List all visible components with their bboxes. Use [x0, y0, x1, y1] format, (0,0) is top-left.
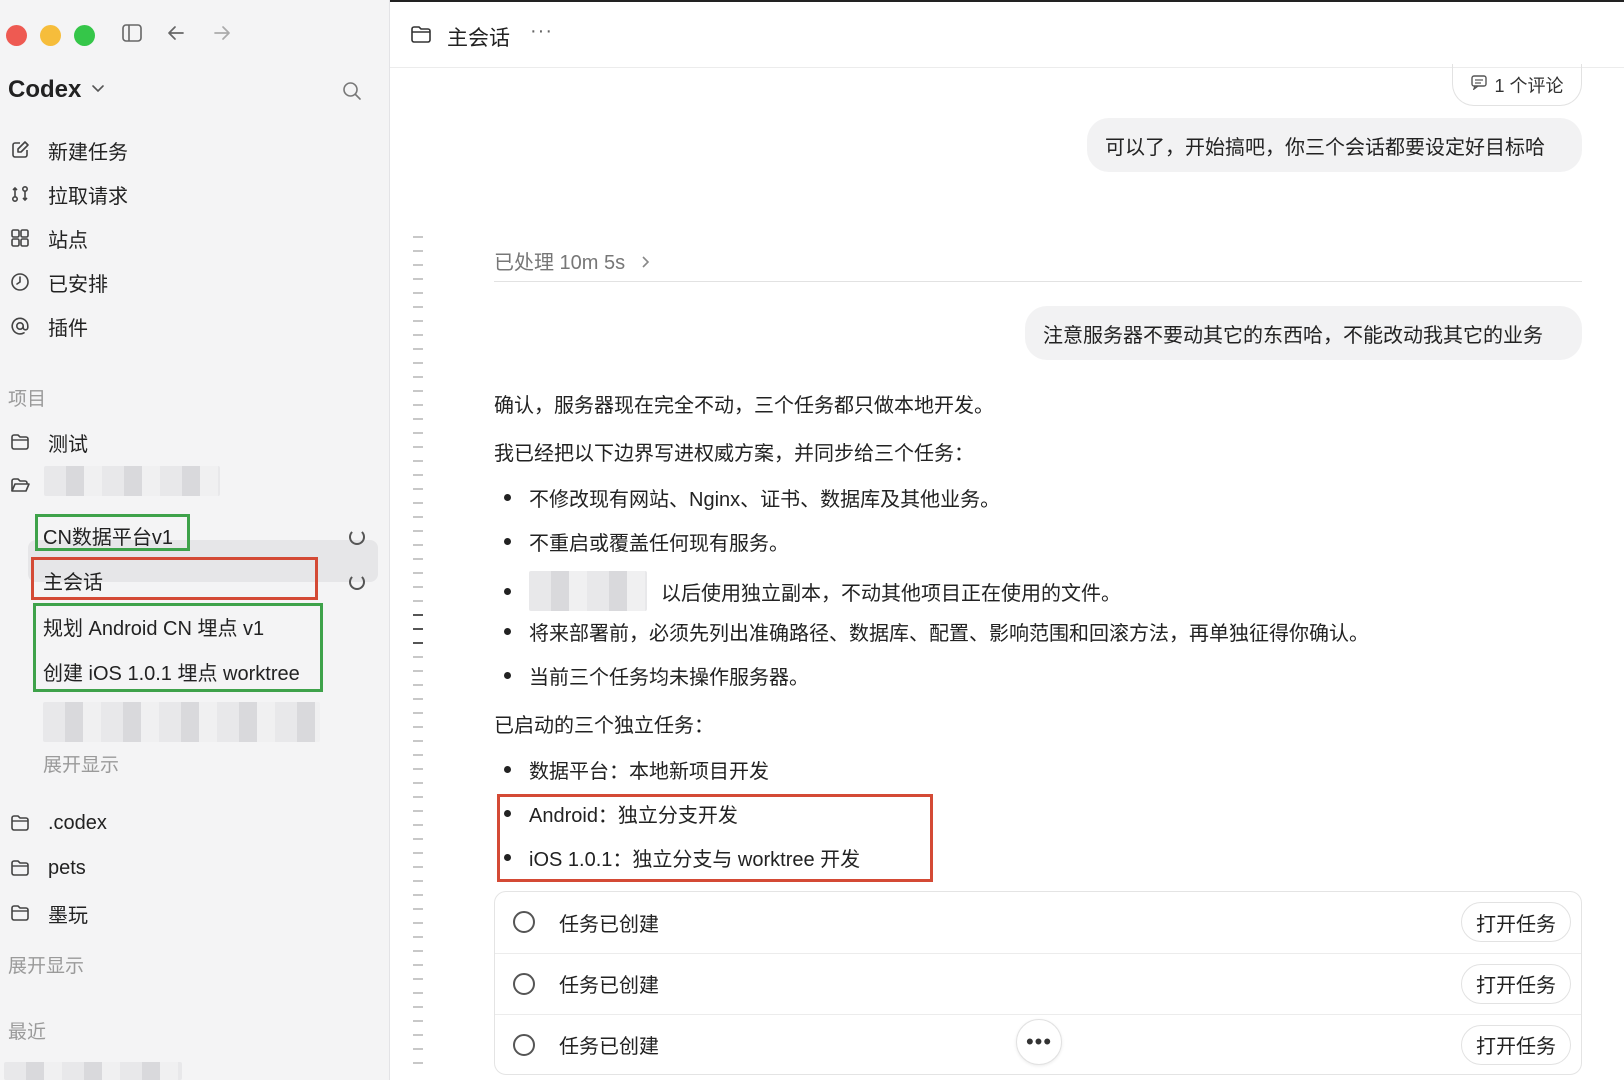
nav-label: 插件	[48, 317, 88, 340]
list-item: 以后使用独立副本，不动其他项目正在使用的文件。	[504, 571, 1121, 611]
comments-button[interactable]: 1 个评论	[1452, 64, 1582, 106]
user-message-text: 可以了，开始搞吧，你三个会话都要设定好目标哈	[1105, 136, 1545, 159]
search-icon[interactable]	[342, 81, 362, 106]
task-row-label: 任务已创建	[559, 975, 659, 997]
user-message-bubble: 可以了，开始搞吧，你三个会话都要设定好目标哈	[1087, 118, 1582, 172]
close-window-button[interactable]	[6, 25, 27, 46]
zoom-window-button[interactable]	[74, 25, 95, 46]
nav-new-task[interactable]: 新建任务	[8, 134, 128, 166]
pull-request-icon	[8, 184, 32, 204]
list-item: 数据平台：本地新项目开发	[504, 755, 769, 784]
folder-icon	[8, 433, 32, 451]
project-item-redacted[interactable]	[8, 470, 48, 502]
nav-label: 已安排	[48, 273, 108, 296]
nav-label: 拉取请求	[48, 185, 128, 208]
folder-label: pets	[48, 856, 86, 879]
project-label: 测试	[48, 433, 88, 456]
forward-arrow-icon[interactable]	[211, 22, 233, 50]
folder-item-mowan[interactable]: 墨玩	[8, 897, 88, 929]
loading-spinner-icon	[349, 529, 365, 545]
nav-scheduled[interactable]: 已安排	[8, 266, 108, 298]
chevron-down-icon[interactable]	[90, 80, 106, 101]
edit-icon	[8, 140, 32, 160]
folder-icon	[8, 859, 32, 877]
user-message-text: 注意服务器不要动其它的东西哈，不能改动我其它的业务	[1043, 324, 1543, 347]
grid-icon	[8, 228, 32, 248]
project-item[interactable]: 测试	[8, 426, 88, 458]
sidebar: Codex 新建任务 拉取请求 站点 已安排 插件 项目 测试 CN数据平台v1	[0, 0, 390, 1080]
user-message-bubble: 注意服务器不要动其它的东西哈，不能改动我其它的业务	[1025, 306, 1582, 360]
redacted-project-name	[44, 466, 220, 496]
task-row-label: 任务已创建	[559, 1036, 659, 1058]
list-item-text: 当前三个任务均未操作服务器。	[529, 667, 809, 689]
conversation-title: 主会话	[447, 27, 510, 50]
folder-item-pets[interactable]: pets	[8, 852, 86, 884]
list-item-text: 不修改现有网站、Nginx、证书、数据库及其他业务。	[529, 489, 1001, 511]
task-row: 任务已创建 打开任务	[495, 892, 1581, 952]
back-arrow-icon[interactable]	[165, 22, 187, 50]
task-row: 任务已创建 打开任务	[495, 953, 1581, 1013]
annotation-box-green	[33, 603, 323, 692]
nav-label: 新建任务	[48, 141, 128, 164]
comment-count: 1 个评论	[1494, 75, 1564, 96]
folder-icon	[8, 904, 32, 922]
nav-label: 站点	[48, 229, 88, 252]
assistant-paragraph: 我已经把以下边界写进权威方案，并同步给三个任务：	[494, 443, 974, 465]
task-status-icon	[513, 911, 535, 933]
timeline-scrubber[interactable]	[413, 236, 423, 1076]
list-item-text: 以后使用独立副本，不动其他项目正在使用的文件。	[661, 582, 1121, 605]
redacted-task-name	[43, 702, 320, 742]
processed-label: 已处理 10m 5s	[494, 252, 626, 274]
list-item-text: 将来部署前，必须先列出准确路径、数据库、配置、影响范围和回滚方法，再单独征得你确…	[529, 623, 1369, 645]
divider	[494, 281, 1582, 282]
loading-spinner-icon	[349, 574, 365, 590]
folder-icon	[8, 814, 32, 832]
annotation-box-red	[31, 557, 318, 600]
folder-open-icon	[8, 477, 32, 495]
list-item: 将来部署前，必须先列出准确路径、数据库、配置、影响范围和回滚方法，再单独征得你确…	[504, 617, 1369, 646]
expand-more-link[interactable]: 展开显示	[8, 951, 84, 978]
folder-label: .codex	[48, 811, 107, 834]
task-row-label: 任务已创建	[559, 913, 659, 936]
open-task-button[interactable]: 打开任务	[1461, 963, 1571, 1004]
processed-duration-toggle[interactable]: 已处理 10m 5s	[494, 246, 651, 275]
recent-section-label: 最近	[8, 1022, 47, 1043]
nav-sites[interactable]: 站点	[8, 222, 88, 254]
nav-plugins[interactable]: 插件	[8, 310, 88, 342]
projects-section-label: 项目	[8, 389, 47, 410]
floating-more-button[interactable]: •••	[1016, 1019, 1062, 1065]
assistant-paragraph: 已启动的三个独立任务：	[494, 715, 714, 737]
open-task-button[interactable]: 打开任务	[1461, 1024, 1571, 1065]
clock-icon	[8, 272, 32, 292]
annotation-box-green	[35, 514, 190, 551]
list-item: 不修改现有网站、Nginx、证书、数据库及其他业务。	[504, 483, 1000, 512]
list-item: 当前三个任务均未操作服务器。	[504, 661, 809, 690]
expand-more-link[interactable]: 展开显示	[43, 750, 119, 777]
task-status-icon	[513, 1033, 535, 1056]
main-header	[390, 2, 1624, 68]
annotation-box-red	[497, 794, 933, 882]
list-item-text: 不重启或覆盖任何现有服务。	[529, 533, 789, 555]
app-title[interactable]: Codex	[8, 76, 81, 104]
redacted-recent-item	[4, 1062, 182, 1080]
minimize-window-button[interactable]	[40, 25, 61, 46]
redacted-inline-code	[529, 571, 647, 611]
more-options-button[interactable]: ···	[530, 20, 553, 43]
assistant-paragraph: 确认，服务器现在完全不动，三个任务都只做本地开发。	[494, 395, 994, 417]
list-item: 不重启或覆盖任何现有服务。	[504, 527, 789, 556]
comment-icon	[1470, 74, 1488, 95]
chevron-right-icon	[641, 252, 651, 274]
list-item-text: 数据平台：本地新项目开发	[529, 761, 769, 783]
task-status-icon	[513, 972, 535, 995]
at-icon	[8, 316, 32, 336]
folder-item-codex[interactable]: .codex	[8, 807, 107, 839]
open-task-button[interactable]: 打开任务	[1461, 902, 1571, 942]
timeline-scrubber-current	[413, 614, 423, 646]
folder-label: 墨玩	[48, 904, 88, 927]
sidebar-toggle-icon[interactable]	[121, 22, 143, 50]
nav-pull-requests[interactable]: 拉取请求	[8, 178, 128, 210]
folder-icon	[410, 25, 432, 49]
